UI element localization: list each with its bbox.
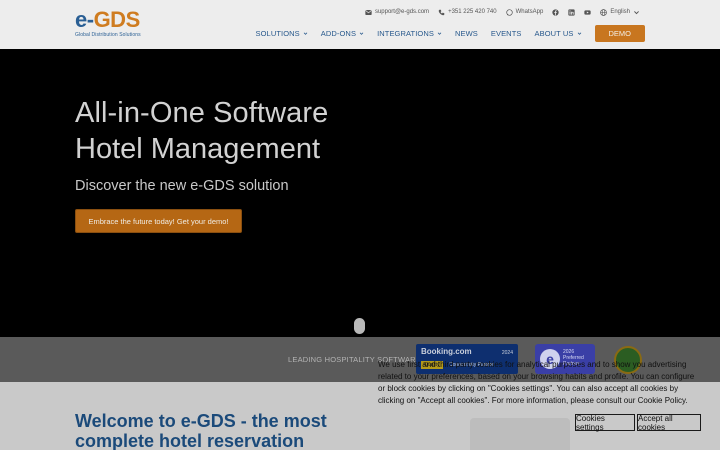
cookie-banner-text: We use first and third party cookies for… xyxy=(378,360,695,405)
linkedin-icon xyxy=(568,8,575,16)
nav-news[interactable]: NEWS xyxy=(455,29,478,38)
nav-events[interactable]: EVENTS xyxy=(491,29,522,38)
language-selector[interactable]: English xyxy=(600,8,640,16)
phone-text: +351 225 420 740 xyxy=(448,9,497,15)
get-demo-button[interactable]: Embrace the future today! Get your demo! xyxy=(75,209,242,233)
top-contact-bar: support@e-gds.com +351 225 420 740 Whats… xyxy=(365,7,640,17)
nav-integrations-label: INTEGRATIONS xyxy=(377,28,434,38)
nav-integrations[interactable]: INTEGRATIONS xyxy=(377,29,442,38)
booking-badge-title: Booking.com xyxy=(421,347,472,356)
scroll-indicator-icon[interactable] xyxy=(354,318,365,334)
main-nav: SOLUTIONS ADD-ONS INTEGRATIONS NEWS EVEN… xyxy=(256,24,645,42)
language-label: English xyxy=(610,9,630,15)
hero-subtitle: Discover the new e-GDS solution xyxy=(75,178,289,194)
nav-solutions[interactable]: SOLUTIONS xyxy=(256,29,308,38)
accept-all-cookies-button[interactable]: Accept all cookies xyxy=(637,414,701,432)
envelope-icon xyxy=(365,9,372,15)
hero-title-line1: All-in-One Software xyxy=(75,97,329,129)
hero-title-line2: Hotel Management xyxy=(75,133,321,165)
whatsapp-icon xyxy=(505,8,513,16)
site-header: e-GDS Global Distribution Solutions supp… xyxy=(0,0,720,49)
laptop-image xyxy=(470,418,570,450)
nav-about-us[interactable]: ABOUT US xyxy=(534,29,581,38)
logo-gds-text: GDS xyxy=(93,7,141,32)
linkedin-link[interactable] xyxy=(568,8,575,16)
booking-badge-year: 2024 xyxy=(501,350,513,356)
youtube-icon xyxy=(584,9,591,15)
chevron-down-icon xyxy=(359,31,364,35)
facebook-link[interactable] xyxy=(552,8,559,16)
chevron-down-icon xyxy=(577,31,581,35)
chevron-down-icon xyxy=(303,31,308,35)
globe-icon xyxy=(600,8,608,16)
chevron-down-icon xyxy=(437,31,442,35)
whatsapp-link[interactable]: WhatsApp xyxy=(505,8,544,16)
demo-button[interactable]: DEMO xyxy=(594,24,645,42)
nav-solutions-label: SOLUTIONS xyxy=(255,28,300,38)
nav-news-label: NEWS xyxy=(454,28,478,38)
welcome-title: Welcome to e-GDS - the most complete hot… xyxy=(75,411,327,450)
nav-events-label: EVENTS xyxy=(490,28,522,38)
phone-link[interactable]: +351 225 420 740 xyxy=(438,9,497,16)
nav-addons-label: ADD-ONS xyxy=(320,28,357,38)
chevron-down-icon xyxy=(634,10,639,14)
nav-about-us-label: ABOUT US xyxy=(534,28,574,38)
logo-e-text: e- xyxy=(75,7,94,32)
logo-subtitle: Global Distribution Solutions xyxy=(75,32,141,38)
email-text: support@e-gds.com xyxy=(374,9,430,15)
facebook-icon xyxy=(552,8,559,16)
whatsapp-text: WhatsApp xyxy=(515,9,544,15)
youtube-link[interactable] xyxy=(584,9,591,16)
nav-addons[interactable]: ADD-ONS xyxy=(321,29,364,38)
email-link[interactable]: support@e-gds.com xyxy=(365,9,429,16)
egds-logo[interactable]: e-GDS Global Distribution Solutions xyxy=(75,7,141,39)
phone-icon xyxy=(438,9,445,15)
cookies-settings-button[interactable]: Cookies settings xyxy=(575,414,635,432)
